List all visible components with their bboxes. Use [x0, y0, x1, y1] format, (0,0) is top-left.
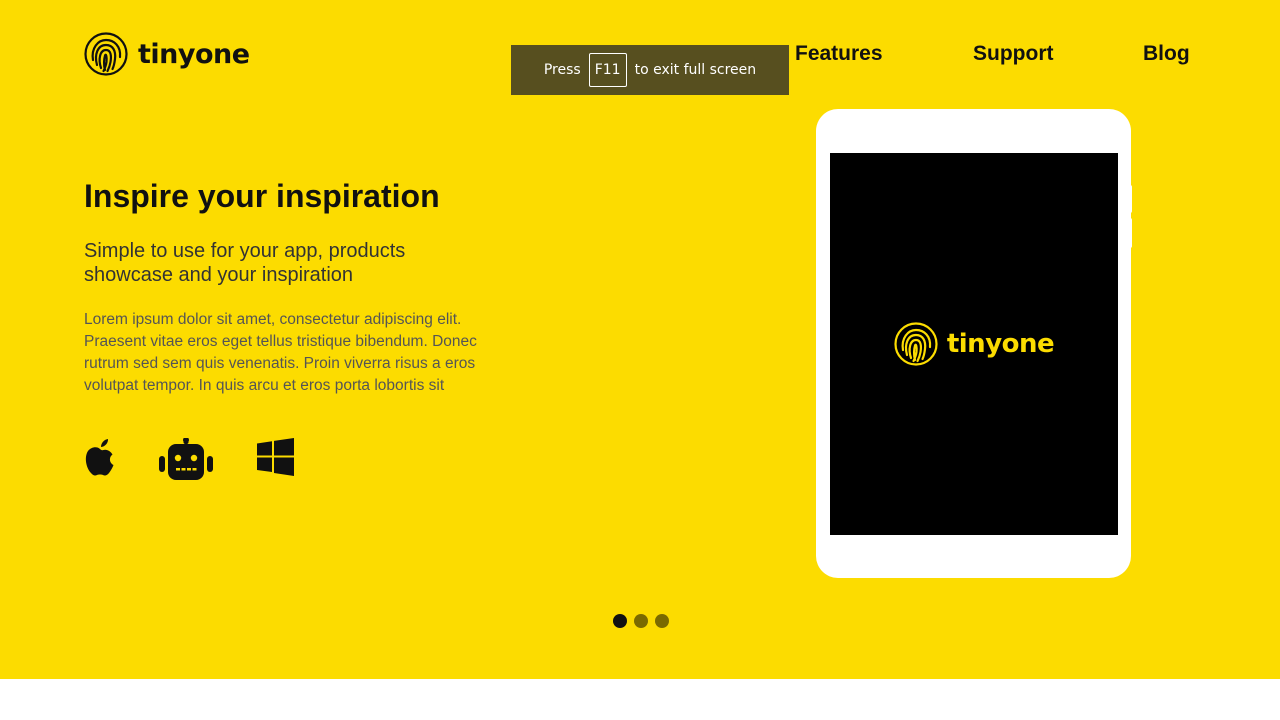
screen-brand-name: tinyone — [946, 329, 1055, 359]
windows-icon[interactable] — [257, 438, 294, 476]
tablet-device: tinyone — [816, 109, 1131, 578]
nav-features[interactable]: Features — [795, 42, 883, 66]
hero-body: Lorem ipsum dolor sit amet, consectetur … — [84, 311, 477, 394]
fingerprint-icon — [894, 322, 938, 366]
fullscreen-notice-prefix: Press — [543, 62, 581, 78]
fingerprint-icon — [84, 32, 128, 76]
android-robot-icon[interactable] — [159, 438, 213, 482]
hero-section: tinyone Features Support Blog Press F11 … — [0, 0, 1280, 679]
nav-support[interactable]: Support — [973, 42, 1053, 66]
brand-logo[interactable]: tinyone — [84, 32, 250, 76]
apple-icon[interactable] — [84, 438, 116, 478]
hero-subtitle: Simple to use for your app, products sho… — [84, 240, 406, 286]
fullscreen-notice-suffix: to exit full screen — [634, 62, 757, 78]
carousel-dots — [613, 614, 669, 628]
screen-logo: tinyone — [894, 322, 1055, 366]
fullscreen-notice: Press F11 to exit full screen — [511, 45, 789, 95]
nav-blog[interactable]: Blog — [1143, 42, 1190, 66]
carousel-dot-2[interactable] — [634, 614, 648, 628]
f11-key: F11 — [588, 53, 627, 87]
carousel-dot-3[interactable] — [655, 614, 669, 628]
hero-title: Inspire your inspiration — [84, 178, 440, 214]
carousel-dot-1[interactable] — [613, 614, 627, 628]
tablet-screen: tinyone — [830, 153, 1118, 535]
brand-name: tinyone — [138, 38, 250, 70]
